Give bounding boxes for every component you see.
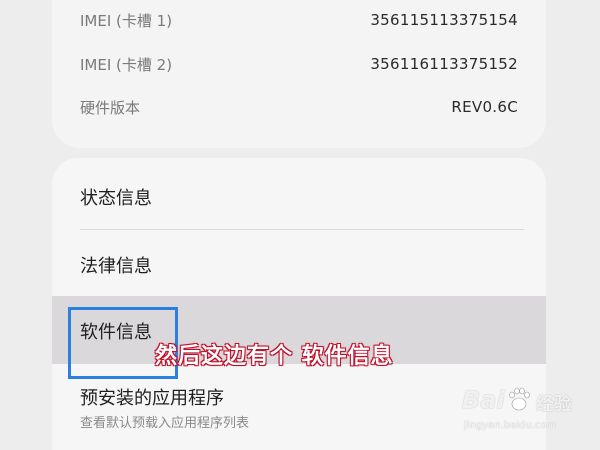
- menu-item-label: 法律信息: [80, 256, 152, 277]
- menu-item-label: 状态信息: [80, 188, 152, 209]
- imei-slot-2-row[interactable]: IMEI (卡槽 2) 356116113375152: [80, 52, 518, 76]
- imei-slot-1-row[interactable]: IMEI (卡槽 1) 356115113375154: [80, 8, 518, 32]
- hardware-version-label: 硬件版本: [80, 98, 141, 117]
- menu-item-legal-info[interactable]: 法律信息: [52, 230, 546, 296]
- imei-slot-1-label: IMEI (卡槽 1): [80, 11, 173, 30]
- watermark-logo-text: Bai: [462, 386, 505, 414]
- imei-slot-2-value: 356116113375152: [370, 55, 518, 73]
- menu-item-status-info[interactable]: 状态信息: [52, 158, 546, 230]
- device-info-card: IMEI (卡槽 1) 356115113375154 IMEI (卡槽 2) …: [52, 0, 546, 148]
- paw-icon: [509, 387, 530, 411]
- imei-slot-2-label: IMEI (卡槽 2): [80, 55, 173, 74]
- menu-item-label: 预安装的应用程序: [80, 388, 224, 409]
- hardware-version-value: REV0.6C: [451, 98, 518, 116]
- watermark-url: jingyan.baidu.com: [464, 420, 557, 431]
- baidu-jingyan-watermark: Bai 经验 jingyan.baidu.com: [462, 384, 592, 444]
- imei-slot-1-value: 356115113375154: [370, 11, 518, 29]
- watermark-label: 经验: [536, 394, 572, 415]
- hardware-version-row[interactable]: 硬件版本 REV0.6C: [80, 95, 518, 119]
- menu-item-subtitle: 查看默认预载入应用程序列表: [80, 416, 250, 431]
- video-caption: 然后这边有个 软件信息: [155, 344, 394, 369]
